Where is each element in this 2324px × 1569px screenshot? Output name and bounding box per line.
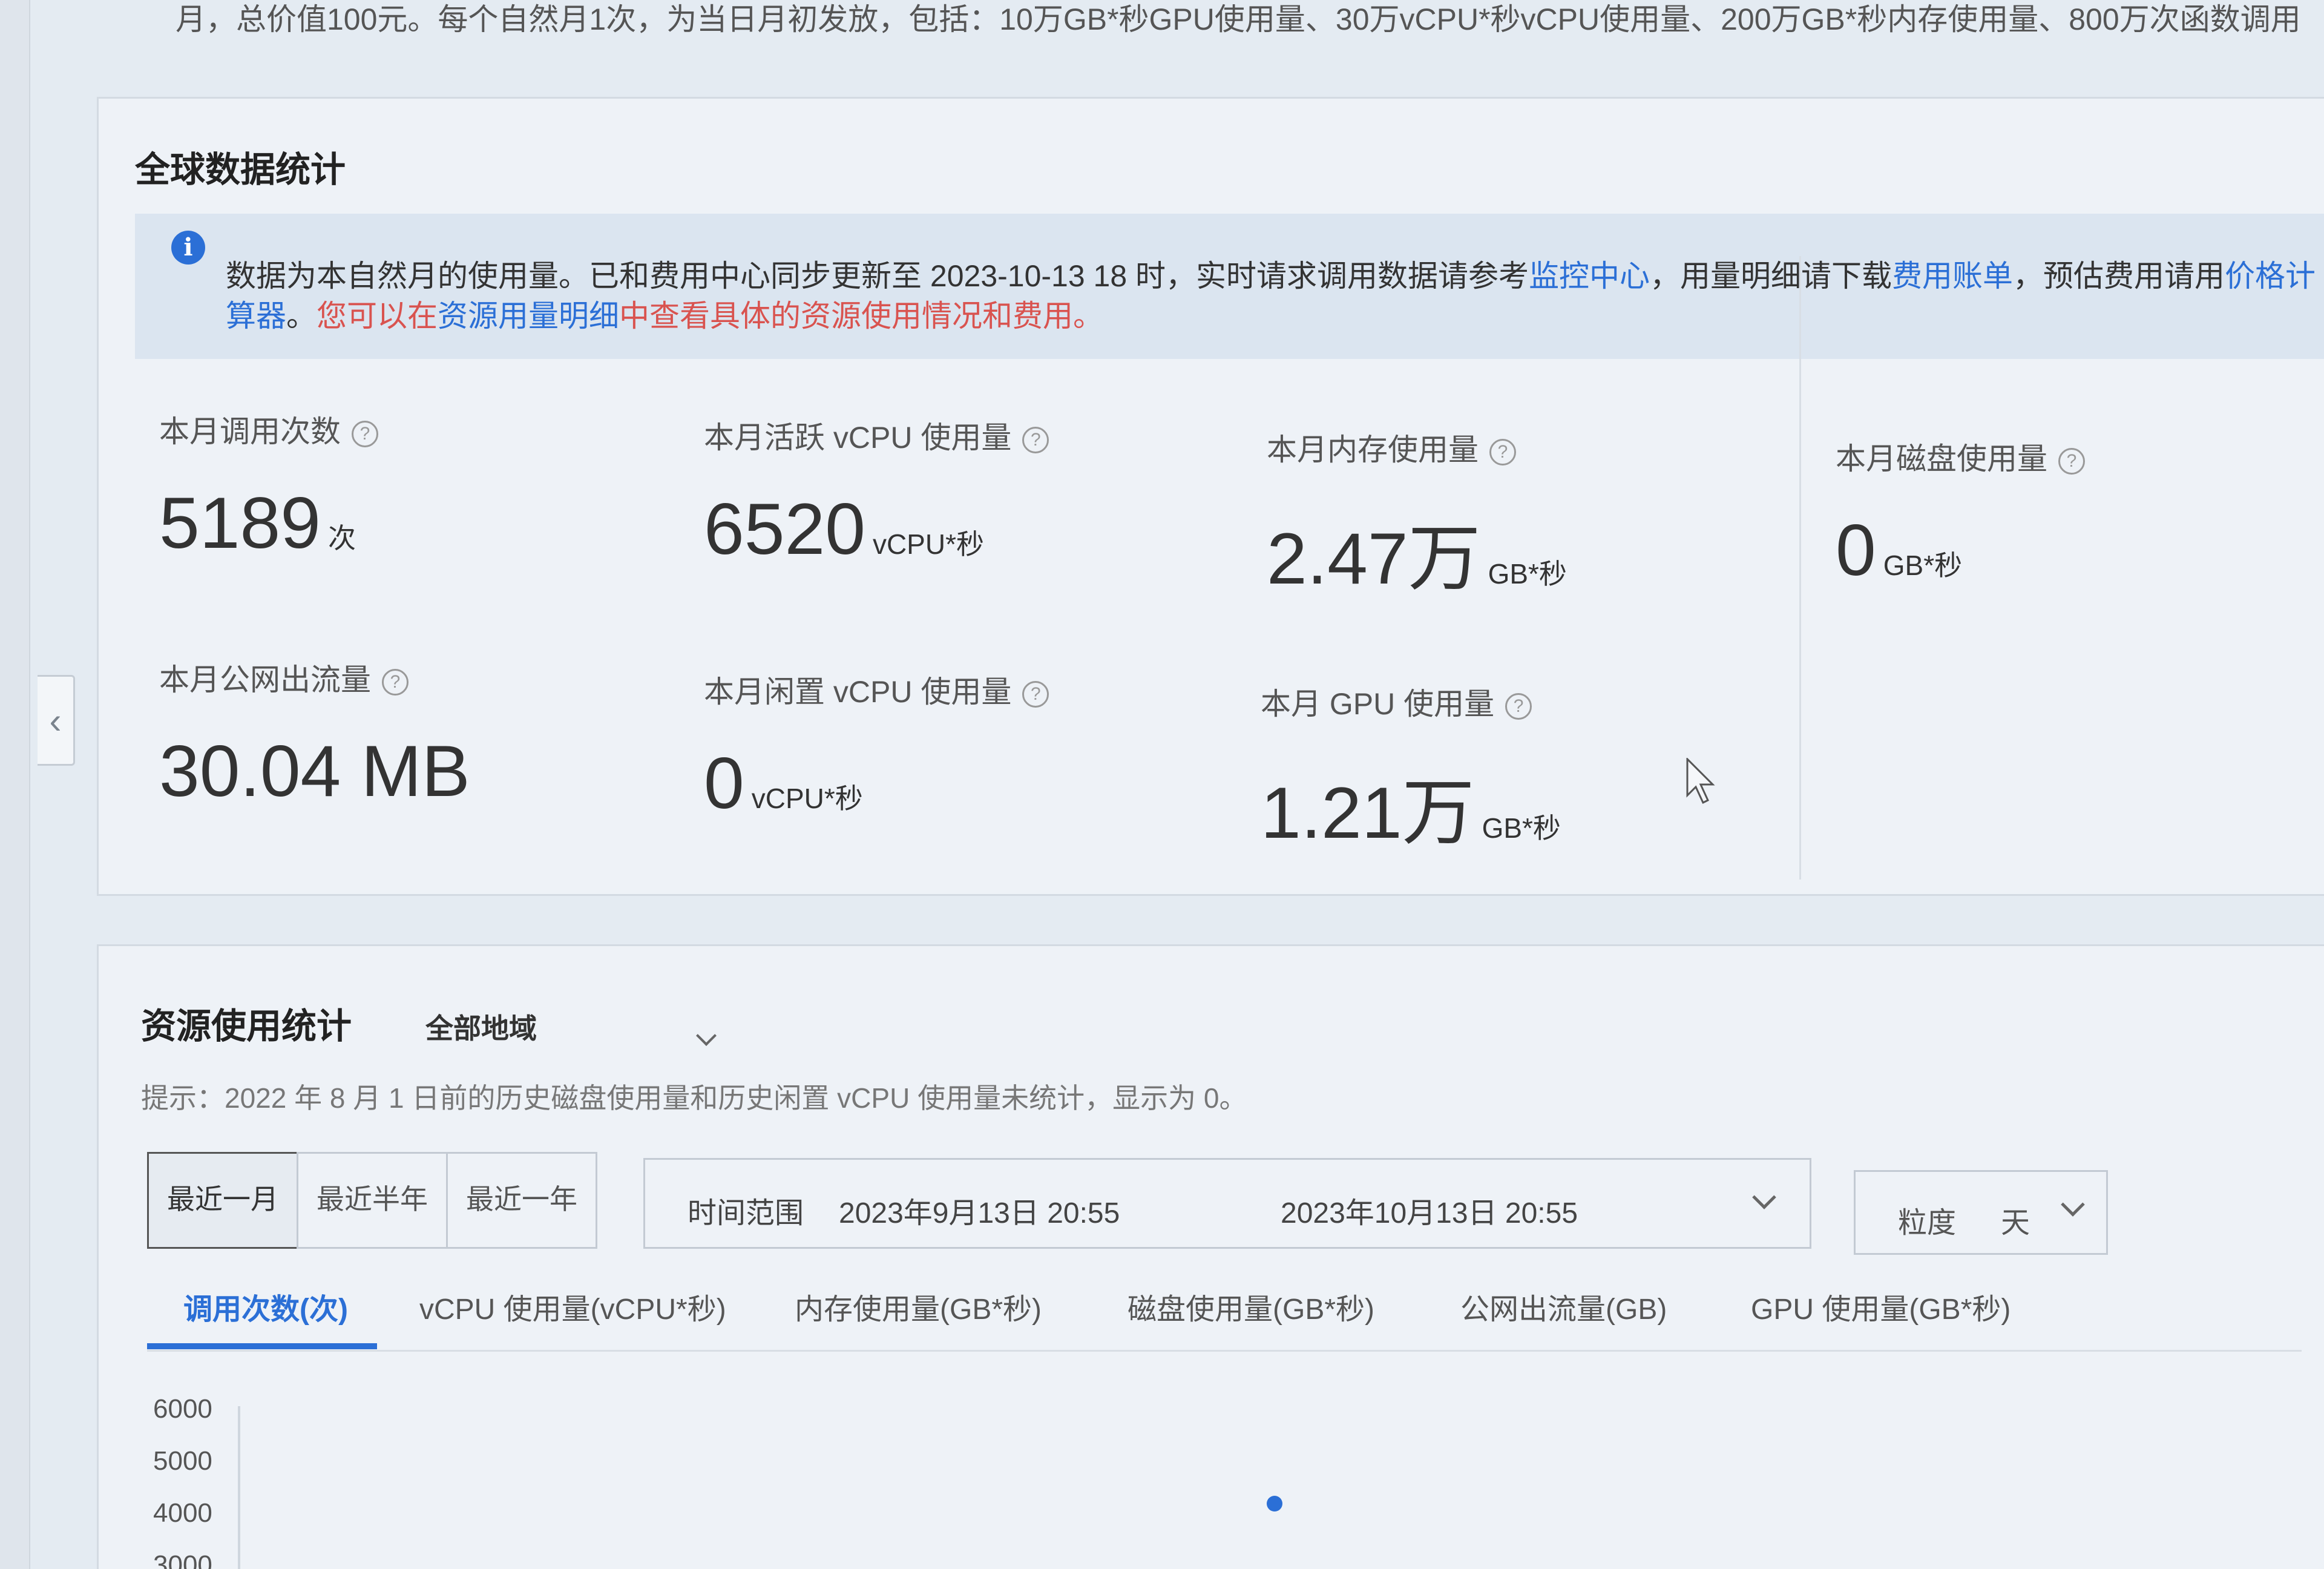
y-tick: 5000 (153, 1446, 212, 1476)
left-rail (0, 0, 30, 1569)
stat-label: 本月公网出流量 (159, 663, 371, 697)
info-text-2: ，用量明细请下载 (1650, 259, 1892, 293)
stat-value: 30.04 MB (159, 731, 470, 812)
stat-label: 本月闲置 vCPU 使用量 (704, 675, 1012, 709)
range-last-half-year-button[interactable]: 最近半年 (297, 1152, 448, 1249)
y-tick: 6000 (153, 1394, 212, 1424)
stat-idle-vcpu: 本月闲置 vCPU 使用量? 0 vCPU*秒 (704, 668, 1049, 825)
granularity-select[interactable]: 粒度 天 (1854, 1170, 2108, 1255)
y-tick: 3000 (153, 1550, 212, 1569)
tab-vcpu[interactable]: vCPU 使用量(vCPU*秒) (419, 1285, 726, 1327)
stat-label: 本月磁盘使用量 (1836, 442, 2047, 476)
help-icon[interactable]: ? (1489, 438, 1516, 465)
global-stats-card: 全球数据统计 数据为本自然月的使用量。已和费用中心同步更新至 2023-10-1… (97, 97, 2324, 896)
stat-unit: 次 (327, 522, 356, 554)
date-range-picker[interactable]: 时间范围 2023年9月13日 20:55 2023年10月13日 20:55 (643, 1158, 1811, 1249)
y-tick: 4000 (153, 1498, 212, 1528)
range-last-month-button[interactable]: 最近一月 (147, 1152, 298, 1249)
tab-memory[interactable]: 内存使用量(GB*秒) (795, 1285, 1042, 1327)
tab-invocations[interactable]: 调用次数(次) (183, 1285, 348, 1327)
stat-egress: 本月公网出流量? 30.04 MB (159, 656, 478, 813)
info-icon: i (171, 231, 205, 265)
bill-link[interactable]: 费用账单 (1892, 259, 2013, 293)
help-icon[interactable]: ? (352, 420, 378, 447)
range-last-year-button[interactable]: 最近一年 (446, 1152, 597, 1249)
monitor-center-link[interactable]: 监控中心 (1529, 259, 1650, 293)
resource-stats-title: 资源使用统计 (141, 1007, 352, 1046)
stat-unit: GB*秒 (1482, 812, 1561, 844)
help-icon[interactable]: ? (1022, 680, 1049, 708)
stat-unit: vCPU*秒 (872, 528, 984, 560)
stat-disk: 本月磁盘使用量? 0 GB*秒 (1836, 435, 2085, 592)
collapse-sidebar-button[interactable]: ‹ (38, 675, 75, 766)
chart-y-axis-line (238, 1406, 240, 1569)
stat-value: 2.47万 (1267, 518, 1481, 599)
stat-value: 5189 (159, 482, 321, 564)
chevron-down-icon (1752, 1185, 1776, 1209)
help-icon[interactable]: ? (2058, 447, 2085, 475)
chevron-down-icon (695, 1025, 717, 1046)
help-icon[interactable]: ? (382, 668, 409, 696)
info-text-3: ，预估费用请用 (2013, 259, 2225, 293)
range-buttons: 最近一月 最近半年 最近一年 (147, 1152, 597, 1249)
date-start[interactable]: 2023年9月13日 20:55 (839, 1189, 1120, 1231)
region-select-label: 全部地域 (425, 1013, 537, 1044)
resource-stats-card: 资源使用统计 全部地域 提示：2022 年 8 月 1 日前的历史磁盘使用量和历… (97, 944, 2324, 1569)
info-banner: 数据为本自然月的使用量。已和费用中心同步更新至 2023-10-13 18 时，… (135, 214, 2324, 359)
warn-text-1: 您可以在 (317, 299, 438, 333)
help-icon[interactable]: ? (1022, 426, 1049, 453)
chevron-down-icon (2061, 1192, 2085, 1217)
stats-divider (1799, 256, 1801, 880)
tab-gpu[interactable]: GPU 使用量(GB*秒) (1751, 1285, 2011, 1327)
stat-value: 0 (704, 743, 744, 824)
date-range-label: 时间范围 (688, 1197, 804, 1229)
stat-value: 6520 (704, 488, 865, 570)
hint-text: 提示：2022 年 8 月 1 日前的历史磁盘使用量和历史闲置 vCPU 使用量… (141, 1082, 1247, 1114)
info-text-4: 。 (286, 299, 317, 333)
info-text-1: 数据为本自然月的使用量。已和费用中心同步更新至 2023-10-13 18 时，… (226, 259, 1529, 293)
stat-label: 本月活跃 vCPU 使用量 (704, 421, 1012, 455)
chart-data-point[interactable] (1267, 1496, 1282, 1511)
region-select[interactable]: 全部地域 (425, 1007, 717, 1047)
stat-value: 1.21万 (1261, 772, 1475, 854)
stat-label: 本月内存使用量 (1267, 433, 1479, 467)
granularity-label: 粒度 (1898, 1207, 1957, 1239)
warn-text-2: 中查看具体的资源使用情况和费用。 (619, 299, 1103, 333)
help-icon[interactable]: ? (1505, 692, 1532, 720)
stat-unit: GB*秒 (1883, 550, 1963, 581)
top-note: 月，总价值100元。每个自然月1次，为当日月初发放，包括：10万GB*秒GPU使… (176, 2, 2301, 36)
tab-disk[interactable]: 磁盘使用量(GB*秒) (1128, 1285, 1374, 1327)
stat-invocations: 本月调用次数? 5189 次 (159, 407, 378, 565)
chevron-left-icon: ‹ (49, 700, 62, 741)
granularity-value: 天 (2001, 1207, 2030, 1239)
stat-active-vcpu: 本月活跃 vCPU 使用量? 6520 vCPU*秒 (704, 413, 1049, 571)
resource-detail-link[interactable]: 资源用量明细 (438, 299, 619, 333)
stat-unit: vCPU*秒 (751, 783, 863, 814)
stat-memory: 本月内存使用量? 2.47万 GB*秒 (1267, 426, 1567, 605)
global-stats-title: 全球数据统计 (135, 150, 346, 189)
stat-value: 0 (1836, 510, 1876, 591)
metric-tabs: 调用次数(次) vCPU 使用量(vCPU*秒) 内存使用量(GB*秒) 磁盘使… (147, 1273, 2302, 1352)
stat-label: 本月调用次数 (159, 415, 341, 449)
tab-egress[interactable]: 公网出流量(GB) (1460, 1285, 1667, 1327)
stat-unit: GB*秒 (1488, 558, 1567, 590)
stat-gpu: 本月 GPU 使用量? 1.21万 GB*秒 (1261, 680, 1561, 859)
date-end[interactable]: 2023年10月13日 20:55 (1281, 1189, 1578, 1231)
stat-label: 本月 GPU 使用量 (1261, 687, 1495, 721)
active-tab-indicator (147, 1343, 377, 1349)
